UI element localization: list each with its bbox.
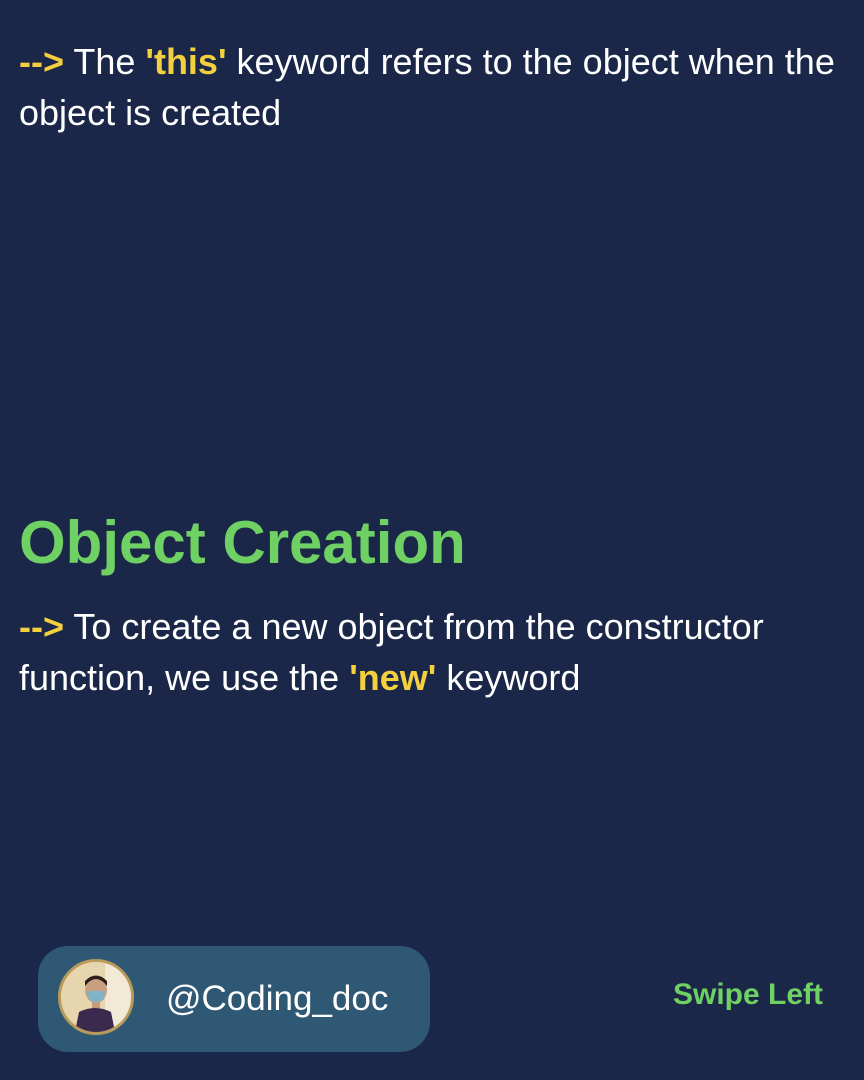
arrow-marker: --> [19,41,64,82]
section-heading: Object Creation [19,509,466,576]
swipe-left-hint[interactable]: Swipe Left [673,976,823,1014]
note-text-after: keyword [436,657,581,698]
author-badge[interactable]: @Coding_doc [38,946,430,1052]
avatar [58,959,134,1035]
profile-photo-icon [61,962,131,1032]
keyword-this: 'this' [145,41,227,82]
this-keyword-note: --> The 'this' keyword refers to the obj… [19,36,839,138]
note-text-before: The [64,41,146,82]
new-keyword-note: --> To create a new object from the cons… [19,601,839,703]
arrow-marker: --> [19,606,64,647]
author-handle[interactable]: @Coding_doc [166,978,388,1020]
keyword-new: 'new' [349,657,437,698]
